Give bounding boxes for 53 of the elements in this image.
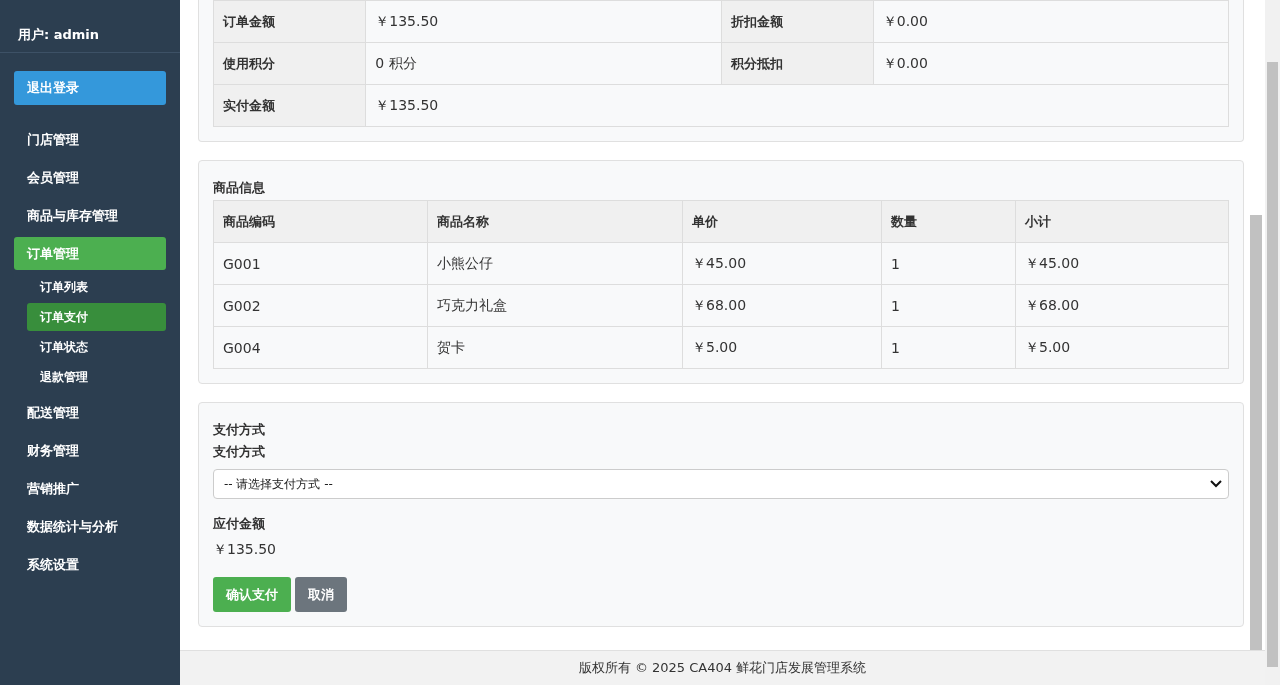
field-label: 应付金额 [213, 515, 266, 533]
column-header: 数量 [881, 200, 1016, 243]
table-cell: 小熊公仔 [427, 242, 683, 285]
chevron-down-icon [1210, 480, 1222, 488]
menu-item[interactable]: 商品与库存管理 [14, 199, 166, 232]
summary-label: 订单金额 [213, 0, 366, 43]
section-title: 商品信息 [213, 179, 266, 197]
section-title: 支付方式 [213, 421, 266, 439]
table-cell: 1 [881, 242, 1016, 285]
cancel-button[interactable]: 取消 [295, 577, 347, 612]
submenu-item[interactable]: 订单状态 [27, 333, 166, 361]
select-placeholder: -- 请选择支付方式 -- [224, 475, 333, 493]
table-cell: 1 [881, 284, 1016, 327]
summary-label: 实付金额 [213, 84, 366, 127]
column-header: 商品编码 [213, 200, 428, 243]
payment-method-select[interactable]: -- 请选择支付方式 -- [213, 469, 1229, 499]
table-cell: ￥68.00 [682, 284, 882, 327]
column-header: 小计 [1015, 200, 1229, 243]
scrollbar-thumb[interactable] [1267, 62, 1278, 667]
summary-value: ￥135.50 [365, 84, 1229, 127]
table-cell: ￥45.00 [1015, 242, 1229, 285]
menu-item[interactable]: 数据统计与分析 [14, 510, 166, 543]
table-cell: ￥5.00 [682, 326, 882, 369]
submenu-item[interactable]: 订单支付 [27, 303, 166, 331]
column-header: 商品名称 [427, 200, 683, 243]
field-label: 支付方式 [213, 443, 266, 461]
menu-item[interactable]: 配送管理 [14, 396, 166, 429]
summary-value: 0 积分 [365, 42, 721, 85]
menu-item[interactable]: 会员管理 [14, 161, 166, 194]
summary-value: ￥135.50 [365, 0, 721, 43]
table-cell: 贺卡 [427, 326, 683, 369]
submenu-item[interactable]: 订单列表 [27, 273, 166, 301]
submenu-item[interactable]: 退款管理 [27, 363, 166, 391]
menu-item[interactable]: 门店管理 [14, 123, 166, 156]
column-header: 单价 [682, 200, 882, 243]
scrollbar-thumb[interactable] [1250, 215, 1262, 650]
menu-item[interactable]: 系统设置 [14, 548, 166, 581]
summary-value: ￥0.00 [873, 0, 1229, 43]
table-cell: ￥45.00 [682, 242, 882, 285]
table-cell: G004 [213, 326, 428, 369]
table-cell: G002 [213, 284, 428, 327]
table-cell: ￥5.00 [1015, 326, 1229, 369]
table-cell: G001 [213, 242, 428, 285]
summary-value: ￥0.00 [873, 42, 1229, 85]
summary-label: 积分抵扣 [721, 42, 874, 85]
amount-value: ￥135.50 [213, 541, 277, 559]
table-cell: 巧克力礼盒 [427, 284, 683, 327]
summary-label: 折扣金额 [721, 0, 874, 43]
summary-label: 使用积分 [213, 42, 366, 85]
menu-item[interactable]: 财务管理 [14, 434, 166, 467]
menu-item[interactable]: 营销推广 [14, 472, 166, 505]
table-cell: 1 [881, 326, 1016, 369]
table-cell: ￥68.00 [1015, 284, 1229, 327]
